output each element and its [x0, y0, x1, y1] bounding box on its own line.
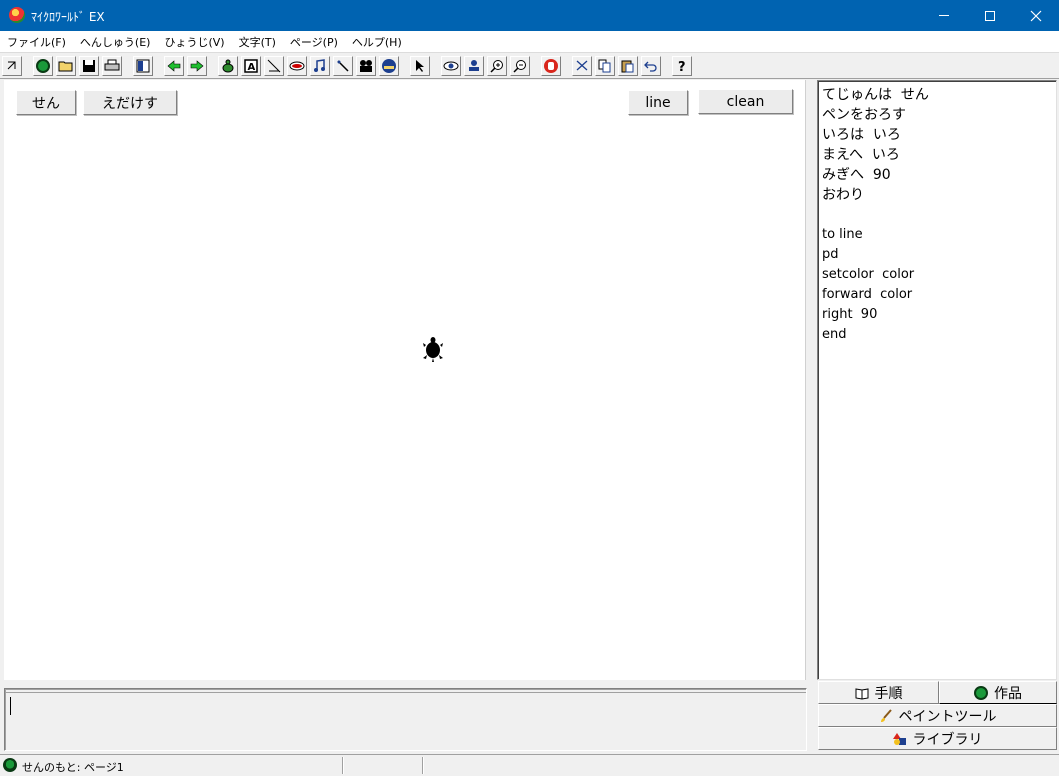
script-line: ペンをおろす — [822, 107, 906, 123]
globe-icon[interactable] — [33, 56, 53, 76]
script-line: いろは いろ — [822, 127, 901, 143]
script-line: まえへ いろ — [822, 147, 900, 163]
script-line: forward color — [822, 287, 913, 302]
menu-view[interactable]: ひょうじ(V) — [157, 31, 231, 52]
command-input[interactable] — [4, 688, 807, 751]
title-bar: ﾏｲｸﾛﾜｰﾙﾄﾞ EX — [0, 0, 1059, 31]
printer-icon[interactable] — [102, 56, 122, 76]
turtle-icon[interactable] — [422, 336, 444, 362]
tab-steps-label: 手順 — [874, 685, 903, 702]
maximize-icon — [985, 10, 995, 21]
menu-file[interactable]: ファイル(F) — [0, 31, 73, 52]
script-editor[interactable]: てじゅんは せん ペンをおろす いろは いろ まえへ いろ みぎへ 90 おわり… — [817, 80, 1057, 680]
status-divider — [422, 757, 424, 774]
edakesu-button[interactable]: えだけす — [83, 90, 177, 115]
copy-icon[interactable] — [595, 56, 615, 76]
clean-button[interactable]: clean — [698, 89, 793, 114]
minimize-button[interactable] — [921, 0, 967, 31]
menu-edit[interactable]: へんしゅう(E) — [73, 31, 158, 52]
script-line: てじゅんは せん — [822, 87, 929, 103]
tab-library[interactable]: ライブラリ — [818, 727, 1057, 750]
close-icon — [1030, 10, 1042, 21]
maximize-button[interactable] — [967, 0, 1013, 31]
turtle-new-icon[interactable] — [218, 56, 238, 76]
zoom-in-icon[interactable] — [487, 56, 507, 76]
film-camera-icon[interactable] — [356, 56, 376, 76]
face-ball-icon[interactable] — [379, 56, 399, 76]
arrow-left-icon[interactable] — [164, 56, 184, 76]
text-box-icon[interactable]: A — [241, 56, 261, 76]
globe-icon — [974, 685, 988, 700]
pointer-arrow-icon[interactable] — [2, 56, 22, 76]
arrow-right-icon[interactable] — [187, 56, 207, 76]
line-button[interactable]: line — [628, 90, 688, 115]
layout-panel-icon[interactable] — [133, 56, 153, 76]
script-line: おわり — [822, 187, 864, 203]
status-text: せんのもと: ページ1 — [22, 761, 124, 774]
drawing-canvas[interactable]: せん えだけす line clean — [4, 80, 806, 680]
svg-text:?: ? — [678, 60, 686, 73]
script-line: pd — [822, 247, 839, 262]
menu-bar: ファイル(F) へんしゅう(E) ひょうじ(V) 文字(T) ページ(P) ヘル… — [0, 31, 1059, 52]
script-line: setcolor color — [822, 267, 915, 282]
zoom-out-icon[interactable] — [510, 56, 530, 76]
sen-button[interactable]: せん — [16, 90, 76, 115]
undo-icon[interactable] — [641, 56, 661, 76]
text-caret — [10, 697, 11, 715]
eye-icon[interactable] — [441, 56, 461, 76]
script-line: みぎへ 90 — [822, 167, 891, 183]
book-icon — [855, 687, 868, 700]
help-icon[interactable]: ? — [672, 56, 692, 76]
toolbar: A ? — [0, 52, 1059, 79]
tab-works[interactable]: 作品 — [939, 681, 1057, 704]
script-line: to line — [822, 227, 863, 242]
menu-text[interactable]: 文字(T) — [232, 31, 283, 52]
stamp-icon[interactable] — [464, 56, 484, 76]
eye-shape-icon[interactable] — [287, 56, 307, 76]
svg-text:A: A — [248, 62, 256, 73]
tab-library-label: ライブラリ — [912, 731, 983, 748]
script-line: end — [822, 327, 847, 342]
music-note-icon[interactable] — [310, 56, 330, 76]
status-bar: せんのもと: ページ1 — [0, 754, 1059, 776]
globe-icon — [3, 758, 17, 772]
tab-paint-tools[interactable]: ペイントツール — [818, 704, 1057, 727]
tab-paint-label: ペイントツール — [898, 708, 997, 725]
status-divider — [342, 757, 344, 774]
tab-steps[interactable]: 手順 — [818, 681, 939, 704]
line-ruler-icon[interactable] — [264, 56, 284, 76]
script-line — [822, 205, 1056, 225]
paintbrush-icon — [880, 708, 892, 722]
menu-page[interactable]: ページ(P) — [283, 31, 345, 52]
paste-icon[interactable] — [618, 56, 638, 76]
tab-works-label: 作品 — [994, 685, 1022, 702]
script-line: right 90 — [822, 307, 878, 322]
scissors-icon[interactable] — [572, 56, 592, 76]
stop-hand-icon[interactable] — [541, 56, 561, 76]
menu-help[interactable]: ヘルプ(H) — [345, 31, 409, 52]
minimize-icon — [939, 15, 949, 16]
window-title: ﾏｲｸﾛﾜｰﾙﾄﾞ EX — [31, 10, 105, 24]
open-folder-icon[interactable] — [56, 56, 76, 76]
shapes-icon — [892, 732, 906, 745]
app-icon — [9, 7, 25, 23]
save-disk-icon[interactable] — [79, 56, 99, 76]
pen-tool-icon[interactable] — [333, 56, 353, 76]
select-arrow-icon[interactable] — [410, 56, 430, 76]
close-button[interactable] — [1013, 0, 1059, 31]
